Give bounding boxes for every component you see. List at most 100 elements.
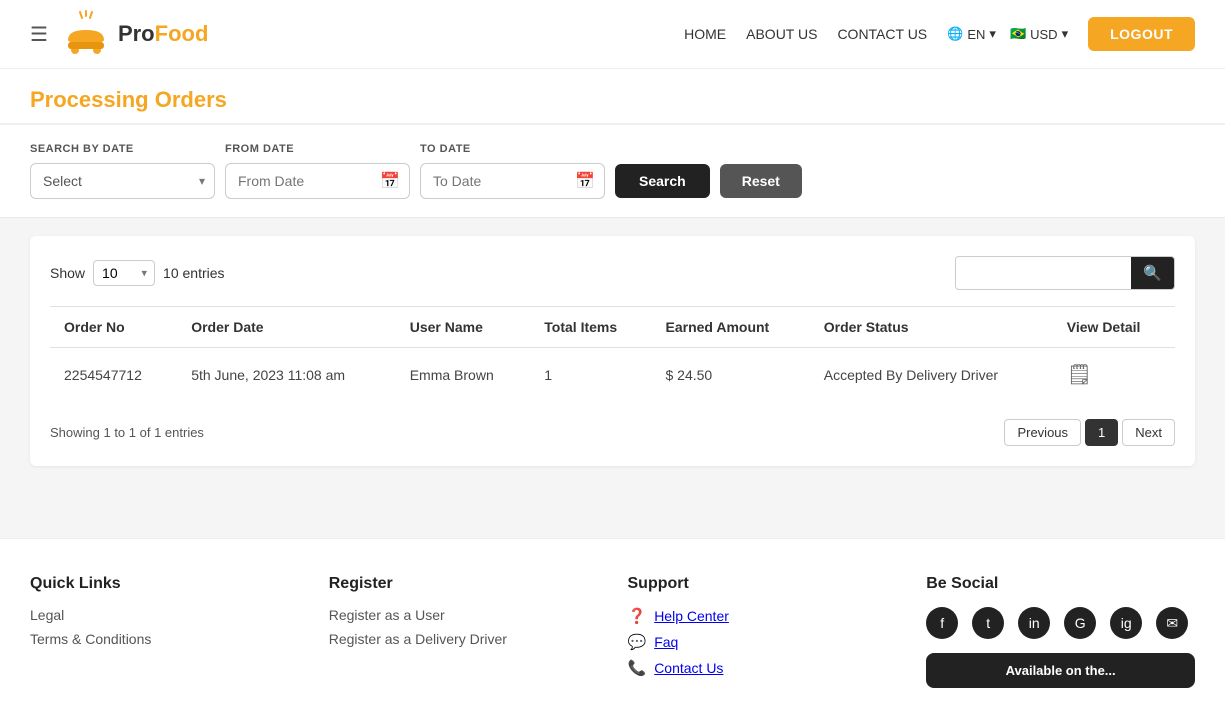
- to-date-label: TO DATE: [420, 143, 615, 155]
- table-search-input[interactable]: [956, 258, 1131, 288]
- lang-currency: 🌐 EN ▾ 🇧🇷 USD ▾: [947, 26, 1068, 42]
- register-driver-link[interactable]: Register as a Delivery Driver: [329, 631, 507, 647]
- col-earned-amount: Earned Amount: [652, 307, 810, 348]
- linkedin-icon[interactable]: in: [1018, 607, 1050, 639]
- support-contact: 📞 Contact Us: [628, 659, 897, 677]
- previous-page-button[interactable]: Previous: [1004, 419, 1081, 446]
- table-header-row: Order No Order Date User Name Total Item…: [50, 307, 1175, 348]
- select-wrapper: Select Today Yesterday This Week This Mo…: [30, 163, 215, 199]
- col-order-date: Order Date: [177, 307, 396, 348]
- header: ☰ ProFood HOME ABOUT US: [0, 0, 1225, 69]
- col-order-status: Order Status: [810, 307, 1053, 348]
- lang-code: EN: [967, 27, 985, 42]
- show-label: Show: [50, 265, 85, 281]
- entries-per-page-select[interactable]: 10 25 50 100: [93, 260, 155, 286]
- to-date-calendar-icon[interactable]: 📅: [575, 171, 595, 191]
- col-user-name: User Name: [396, 307, 531, 348]
- footer-quick-links: Quick Links Legal Terms & Conditions: [30, 575, 299, 688]
- quick-links-title: Quick Links: [30, 575, 299, 593]
- google-icon[interactable]: G: [1064, 607, 1096, 639]
- footer-grid: Quick Links Legal Terms & Conditions Reg…: [30, 575, 1195, 688]
- footer-register: Register Register as a User Register as …: [329, 575, 598, 688]
- filter-inputs: Select Today Yesterday This Week This Mo…: [30, 163, 1195, 199]
- orders-table: Order No Order Date User Name Total Item…: [50, 306, 1175, 401]
- cell-user-name: Emma Brown: [396, 348, 531, 402]
- from-date-label: FROM DATE: [225, 143, 420, 155]
- pagination-row: Showing 1 to 1 of 1 entries Previous 1 N…: [50, 419, 1175, 446]
- showing-text: Showing 1 to 1 of 1 entries: [50, 425, 204, 440]
- pagination-buttons: Previous 1 Next: [1004, 419, 1175, 446]
- list-item: Legal: [30, 607, 299, 623]
- search-by-date-select[interactable]: Select Today Yesterday This Week This Mo…: [30, 163, 215, 199]
- quick-links-list: Legal Terms & Conditions: [30, 607, 299, 647]
- logout-button[interactable]: LOGOUT: [1088, 17, 1195, 51]
- logo-text: ProFood: [118, 21, 208, 47]
- footer-support: Support ❓ Help Center 💬 Faq 📞 Contact Us: [628, 575, 897, 688]
- app-download-button[interactable]: Available on the...: [926, 653, 1195, 688]
- filter-bar: SEARCH BY DATE FROM DATE TO DATE Select …: [0, 125, 1225, 218]
- page-1-button[interactable]: 1: [1085, 419, 1118, 446]
- main-content: Show 10 25 50 100 ▾ 10 entries 🔍: [0, 218, 1225, 538]
- footer: Quick Links Legal Terms & Conditions Reg…: [0, 538, 1225, 708]
- lang-chevron-icon: ▾: [989, 26, 996, 42]
- cell-earned-amount: $ 24.50: [652, 348, 810, 402]
- next-page-button[interactable]: Next: [1122, 419, 1175, 446]
- table-row: 2254547712 5th June, 2023 11:08 am Emma …: [50, 348, 1175, 402]
- facebook-icon[interactable]: f: [926, 607, 958, 639]
- show-entries: Show 10 25 50 100 ▾ 10 entries: [50, 260, 225, 286]
- page-title: Processing Orders: [30, 87, 1195, 113]
- support-faq: 💬 Faq: [628, 633, 897, 651]
- view-detail-icon[interactable]: 🗒: [1067, 364, 1092, 386]
- col-view-detail: View Detail: [1053, 307, 1175, 348]
- social-icons: f t in G ig ✉: [926, 607, 1195, 639]
- help-center-icon: ❓: [628, 607, 647, 625]
- list-item: Terms & Conditions: [30, 631, 299, 647]
- legal-link[interactable]: Legal: [30, 607, 64, 623]
- table-search-icon[interactable]: 🔍: [1131, 257, 1174, 289]
- currency-chevron-icon: ▾: [1062, 26, 1069, 42]
- language-button[interactable]: 🌐 EN ▾: [947, 26, 996, 42]
- nav-about[interactable]: ABOUT US: [746, 26, 817, 42]
- page-title-bar: Processing Orders: [0, 69, 1225, 125]
- twitter-icon[interactable]: t: [972, 607, 1004, 639]
- entries-count-label: 10 entries: [163, 265, 224, 281]
- register-user-link[interactable]: Register as a User: [329, 607, 445, 623]
- support-title: Support: [628, 575, 897, 593]
- cell-order-no: 2254547712: [50, 348, 177, 402]
- cell-total-items: 1: [530, 348, 651, 402]
- instagram-icon[interactable]: ig: [1110, 607, 1142, 639]
- currency-code: USD: [1030, 27, 1057, 42]
- search-button[interactable]: Search: [615, 164, 710, 198]
- register-list: Register as a User Register as a Deliver…: [329, 607, 598, 647]
- reset-button[interactable]: Reset: [720, 164, 802, 198]
- from-date-calendar-icon[interactable]: 📅: [380, 171, 400, 191]
- help-center-link[interactable]: Help Center: [654, 608, 729, 624]
- nav-contact[interactable]: CONTACT US: [837, 26, 927, 42]
- list-item: Register as a Delivery Driver: [329, 631, 598, 647]
- list-item: Register as a User: [329, 607, 598, 623]
- contact-link[interactable]: Contact Us: [654, 660, 723, 676]
- table-search-wrapper: 🔍: [955, 256, 1175, 290]
- search-by-date-label: SEARCH BY DATE: [30, 143, 225, 155]
- faq-link[interactable]: Faq: [654, 634, 678, 650]
- entries-select-wrapper: 10 25 50 100 ▾: [93, 260, 155, 286]
- email-icon[interactable]: ✉: [1156, 607, 1188, 639]
- hamburger-icon[interactable]: ☰: [30, 22, 48, 47]
- terms-link[interactable]: Terms & Conditions: [30, 631, 151, 647]
- register-title: Register: [329, 575, 598, 593]
- header-right: HOME ABOUT US CONTACT US 🌐 EN ▾ 🇧🇷 USD ▾…: [684, 17, 1195, 51]
- to-date-wrapper: 📅: [420, 163, 605, 199]
- contact-icon: 📞: [628, 659, 647, 677]
- support-help: ❓ Help Center: [628, 607, 897, 625]
- cell-order-status: Accepted By Delivery Driver: [810, 348, 1053, 402]
- social-title: Be Social: [926, 575, 1195, 593]
- col-order-no: Order No: [50, 307, 177, 348]
- nav-home[interactable]: HOME: [684, 26, 726, 42]
- cell-view-detail[interactable]: 🗒: [1053, 348, 1175, 402]
- filter-labels: SEARCH BY DATE FROM DATE TO DATE: [30, 143, 1195, 155]
- currency-button[interactable]: 🇧🇷 USD ▾: [1010, 26, 1068, 42]
- nav-links: HOME ABOUT US CONTACT US: [684, 26, 927, 42]
- faq-icon: 💬: [628, 633, 647, 651]
- logo: ProFood: [62, 10, 208, 58]
- currency-flag: 🇧🇷: [1010, 26, 1026, 42]
